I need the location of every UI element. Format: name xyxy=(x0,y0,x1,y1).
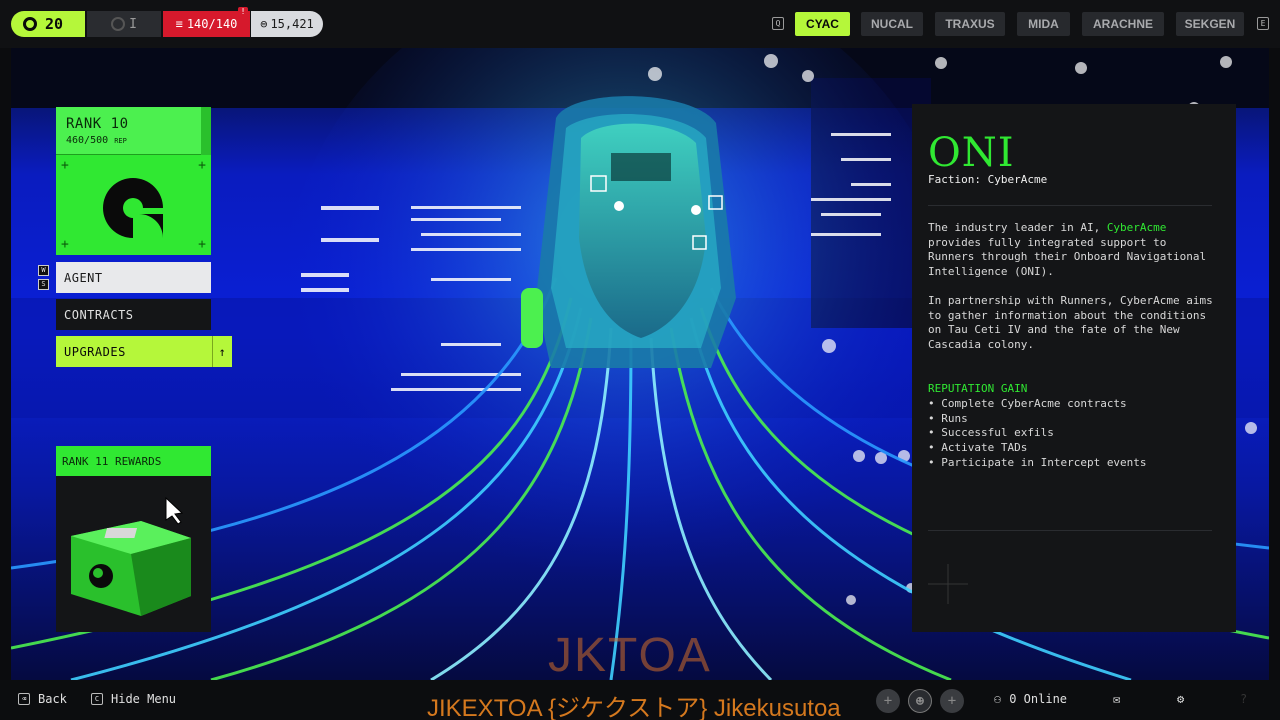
rank-title: RANK 10 xyxy=(66,116,129,132)
menu-item-contracts[interactable]: CONTRACTS xyxy=(56,299,211,330)
faction-tab-cyac[interactable]: CYAC xyxy=(795,12,850,36)
faction-next-key[interactable]: E xyxy=(1257,17,1269,30)
mail-button[interactable]: ✉ xyxy=(1113,692,1120,706)
rank-rep: 460/500 REP xyxy=(66,135,127,146)
rank-progress-bar xyxy=(201,107,211,155)
para1-start: The industry leader in AI, xyxy=(928,221,1107,234)
reputation-list: Complete CyberAcme contracts Runs Succes… xyxy=(928,397,1218,471)
menu-item-upgrades[interactable]: UPGRADES ↑ xyxy=(56,336,232,367)
help-button[interactable]: ? xyxy=(1240,692,1247,706)
player-avatar[interactable]: ☻ xyxy=(908,689,932,713)
help-icon: ? xyxy=(1240,692,1248,706)
faction-tab-sekgen[interactable]: SEKGEN xyxy=(1176,12,1244,36)
corner-plus-icon: + xyxy=(61,237,69,252)
friends-icon: ⚇ xyxy=(994,692,1002,706)
status-toggle[interactable]: I xyxy=(87,11,161,37)
watermark: JKTOA xyxy=(548,629,712,682)
toggle-glyph: I xyxy=(129,16,137,32)
faction-name: ONI xyxy=(928,130,1015,176)
hide-menu-key: C xyxy=(91,693,103,705)
reputation-heading: REPUTATION GAIN xyxy=(928,382,1028,395)
reward-crate-image xyxy=(71,496,191,616)
list-item: Runs xyxy=(928,412,1218,427)
squad-slot-right[interactable]: + xyxy=(940,689,964,713)
hide-menu-button[interactable]: C Hide Menu xyxy=(91,692,176,706)
list-item: Participate in Intercept events xyxy=(928,456,1218,471)
para1-end: provides fully integrated support to Run… xyxy=(928,235,1207,279)
player-level-badge[interactable]: 20 xyxy=(11,11,85,37)
cursor-icon xyxy=(165,496,184,525)
faction-tab-nucal[interactable]: NUCAL xyxy=(861,12,923,36)
health-icon: ≡ xyxy=(175,17,183,31)
corner-plus-icon: + xyxy=(61,158,69,173)
rewards-title: RANK 11 REWARDS xyxy=(56,446,211,476)
settings-button[interactable]: ⚙ xyxy=(1177,692,1184,706)
back-label: Back xyxy=(38,692,67,706)
faction-prev-key[interactable]: Q xyxy=(772,17,784,30)
health-alert-badge: ! xyxy=(238,7,248,17)
crosshair-icon xyxy=(928,564,968,604)
faction-tab-traxus[interactable]: TRAXUS xyxy=(935,12,1005,36)
back-button[interactable]: ⌫ Back xyxy=(18,692,67,706)
list-item: Complete CyberAcme contracts xyxy=(928,397,1218,412)
divider xyxy=(928,205,1212,206)
player-level: 20 xyxy=(45,15,64,33)
credits-display: ⊜ 15,421 xyxy=(251,11,323,37)
nav-down-key: S xyxy=(38,279,49,290)
divider xyxy=(928,530,1212,531)
arrow-up-icon: ↑ xyxy=(212,336,232,367)
health-display: ≡ 140/140 ! xyxy=(163,7,250,37)
corner-plus-icon: + xyxy=(198,237,206,252)
online-status[interactable]: ⚇ 0 Online xyxy=(994,692,1067,706)
faction-tab-arachne[interactable]: ARACHNE xyxy=(1082,12,1164,36)
hide-menu-label: Hide Menu xyxy=(111,692,177,706)
nav-up-key: W xyxy=(38,265,49,276)
list-item: Activate TADs xyxy=(928,441,1218,456)
back-key-icon: ⌫ xyxy=(18,693,30,705)
list-item: Successful exfils xyxy=(928,426,1218,441)
squad-slot-left[interactable]: + xyxy=(876,689,900,713)
subtitle-caption: JIKEXTOA {ジケクストア} Jikekusutoa xyxy=(427,695,841,720)
rank-header: RANK 10 460/500 REP xyxy=(56,107,211,155)
rank-card: RANK 10 460/500 REP + + + + xyxy=(56,107,211,255)
credits-icon: ⊜ xyxy=(260,17,268,31)
credits-value: 15,421 xyxy=(270,17,314,31)
faction-info-panel: ONI Faction: CyberAcme The industry lead… xyxy=(912,104,1236,632)
gear-icon: ⚙ xyxy=(1177,692,1185,706)
menu-item-upgrades-label: UPGRADES xyxy=(64,344,126,359)
faction-description: The industry leader in AI, CyberAcme pro… xyxy=(928,221,1218,280)
menu-item-agent[interactable]: AGENT xyxy=(56,262,211,293)
level-ring-icon xyxy=(23,17,37,31)
mail-icon: ✉ xyxy=(1113,692,1121,706)
cyberacme-link: CyberAcme xyxy=(1106,221,1167,234)
rank-rep-value: 460/500 xyxy=(66,135,109,146)
toggle-circle-icon xyxy=(111,17,126,31)
corner-plus-icon: + xyxy=(198,158,206,173)
online-count: 0 Online xyxy=(1009,692,1068,706)
decorative-footer xyxy=(928,564,1218,604)
rank-rep-unit: REP xyxy=(114,137,127,145)
rank-rewards-card[interactable]: RANK 11 REWARDS xyxy=(56,446,211,632)
faction-tab-mida[interactable]: MIDA xyxy=(1017,12,1070,36)
health-value: 140/140 xyxy=(186,17,238,31)
top-bar: 20 I ≡ 140/140 ! ⊜ 15,421 Q CYAC NUCAL T… xyxy=(0,0,1280,48)
cyberacme-logo-icon xyxy=(103,178,163,238)
faction-partnership: In partnership with Runners, CyberAcme a… xyxy=(928,294,1213,352)
faction-line: Faction: CyberAcme xyxy=(928,173,1048,186)
